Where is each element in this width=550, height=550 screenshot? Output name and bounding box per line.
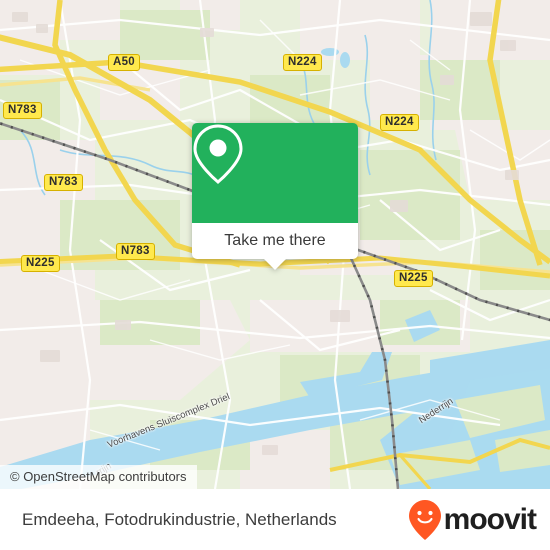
location-pin-icon [193, 124, 243, 184]
road-shield-n783-nw[interactable]: N783 [3, 102, 42, 119]
road-shield-a50[interactable]: A50 [108, 54, 140, 71]
road-shield-n225-se[interactable]: N225 [394, 270, 433, 287]
moovit-map-page: A50 N224 N783 N224 N783 N783 N225 N225 V… [0, 0, 550, 550]
moovit-wordmark: moovit [443, 502, 537, 536]
road-shield-n783-c[interactable]: N783 [116, 243, 155, 260]
location-popup-card[interactable]: Take me there [192, 123, 358, 270]
take-me-there-button[interactable]: Take me there [192, 223, 358, 259]
popup-tail [264, 259, 286, 270]
map-canvas[interactable]: A50 N224 N783 N224 N783 N783 N225 N225 V… [0, 0, 550, 489]
location-caption: Emdeeha, Fotodrukindustrie, Netherlands [22, 509, 337, 529]
map-attribution[interactable]: © OpenStreetMap contributors [0, 465, 197, 489]
road-shield-n224-ne[interactable]: N224 [380, 114, 419, 131]
moovit-smiley-pin-icon [408, 499, 441, 540]
popup-header [192, 123, 358, 223]
road-shield-n783-w[interactable]: N783 [44, 174, 83, 191]
road-shield-n225-sw[interactable]: N225 [21, 255, 60, 272]
moovit-logo[interactable]: moovit [408, 489, 537, 550]
road-shield-n224-top[interactable]: N224 [283, 54, 322, 71]
page-footer: Emdeeha, Fotodrukindustrie, Netherlands … [0, 489, 550, 550]
